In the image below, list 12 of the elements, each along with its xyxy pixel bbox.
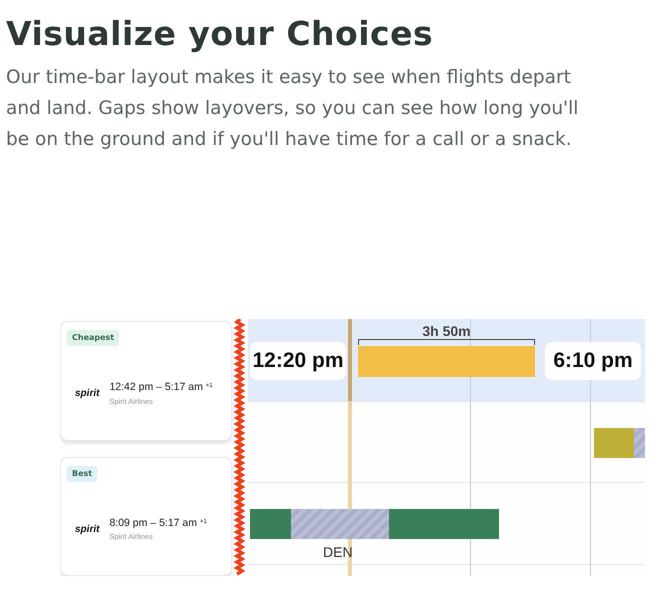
duration-label: 3h 50m: [421, 322, 472, 341]
result-tag: Best: [67, 466, 98, 482]
flight-times: 12:42 pm – 5:17 am $^{+1}$: [109, 380, 213, 395]
arrive-time: 6:10 pm: [545, 342, 641, 380]
page-heading: Visualize your Choices: [6, 13, 434, 55]
result-tag: Cheapest: [67, 330, 120, 346]
flight-times: 8:09 pm – 5:17 am $^{+1}$: [109, 516, 207, 530]
airline-logo: spirit: [75, 387, 100, 401]
depart-time: 12:20 pm: [250, 342, 346, 380]
airline-logo: spirit: [75, 522, 100, 536]
intro-paragraph: Our time-bar layout makes it easy to see when flights depart and land. Gaps show layovers, so you can see how long you'll be on the ground and if you'll have time for a call or a snack.: [6, 66, 580, 152]
airport-code: DEN: [323, 543, 353, 562]
